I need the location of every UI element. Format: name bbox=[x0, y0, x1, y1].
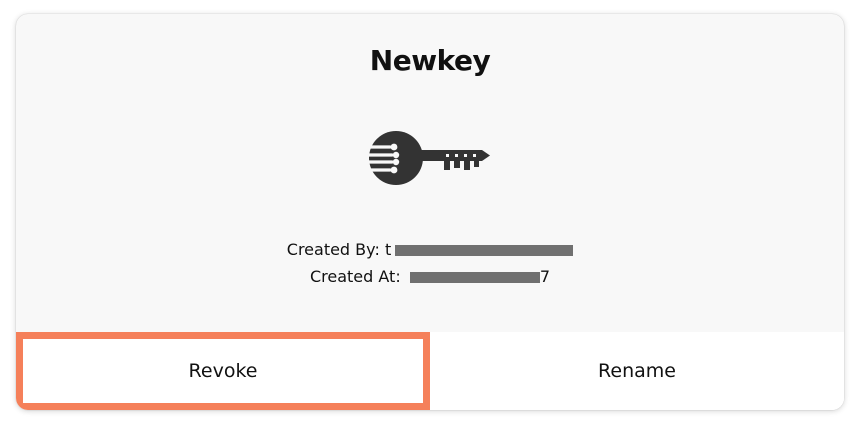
action-bar: Revoke Rename bbox=[16, 332, 844, 410]
revoke-button[interactable]: Revoke bbox=[16, 332, 430, 410]
created-at-row: Created At: 7 bbox=[16, 267, 844, 286]
redacted-date bbox=[409, 272, 540, 283]
key-title: Newkey bbox=[369, 44, 491, 77]
created-by-label: Created By: bbox=[286, 240, 380, 259]
created-by-value: t bbox=[384, 240, 392, 259]
key-icon bbox=[366, 131, 490, 185]
redacted-email bbox=[395, 245, 574, 256]
created-at-value: 7 bbox=[539, 267, 550, 286]
api-key-card: Newkey Created By: t Created At: 7 Revok… bbox=[16, 14, 844, 410]
created-at-label: Created At: bbox=[309, 267, 401, 286]
rename-button[interactable]: Rename bbox=[430, 332, 844, 410]
created-by-row: Created By: t bbox=[16, 240, 844, 259]
